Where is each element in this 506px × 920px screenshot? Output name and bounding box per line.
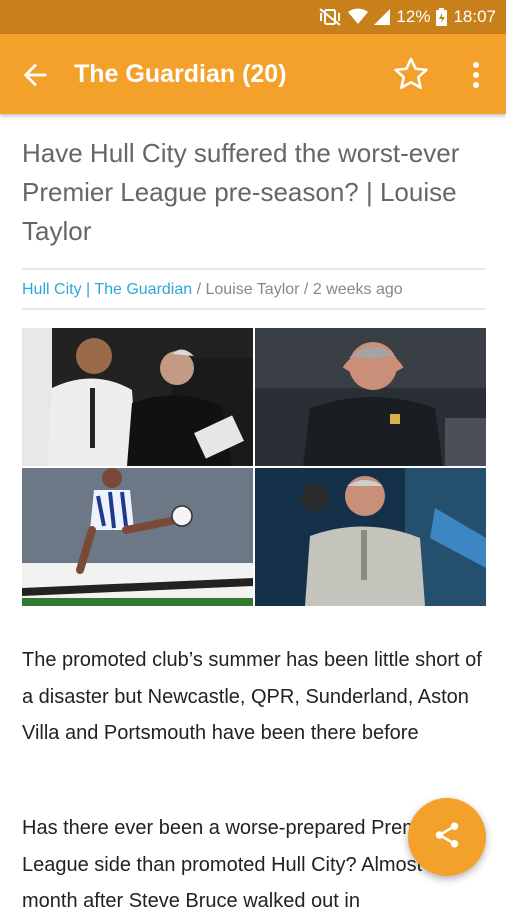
more-options-button[interactable] — [462, 58, 490, 92]
article-meta: Hull City | The Guardian / Louise Taylor… — [22, 278, 492, 302]
article-paragraph: The promoted club’s summer has been litt… — [22, 649, 482, 744]
photo-manager-in-tracksuit — [255, 468, 486, 606]
star-outline-icon — [392, 57, 430, 97]
back-button[interactable] — [18, 58, 52, 92]
status-bar: 12% 18:07 — [0, 0, 506, 34]
signal-icon — [374, 8, 391, 26]
article-photo — [22, 328, 486, 606]
photo-manager-hands-on-head — [255, 328, 486, 466]
photo-two-men-celebrating — [22, 328, 253, 466]
meta-divider-top — [22, 268, 485, 270]
photo-player-volleying-ball — [22, 468, 253, 606]
arrow-back-icon — [18, 63, 52, 96]
mute-vibrate-icon — [318, 8, 342, 26]
meta-separator: / — [192, 281, 206, 298]
source-link[interactable]: Hull City | The Guardian — [22, 281, 192, 298]
app-title: The Guardian (20) — [74, 60, 287, 88]
meta-divider-bottom — [22, 308, 485, 310]
article-headline: Have Hull City suffered the worst-ever P… — [22, 138, 460, 246]
app-bar: The Guardian (20) — [0, 34, 506, 114]
favorite-button[interactable] — [392, 55, 430, 93]
more-vert-icon — [462, 62, 490, 96]
author-name: Louise Taylor — [205, 281, 300, 298]
published-time: 2 weeks ago — [312, 281, 403, 298]
status-time: 18:07 — [453, 7, 496, 26]
battery-level-text: 12% — [396, 7, 431, 26]
share-button[interactable] — [408, 798, 486, 876]
battery-charging-icon — [436, 8, 448, 26]
share-icon — [432, 820, 462, 855]
meta-separator: / — [299, 281, 313, 298]
wifi-icon — [348, 8, 369, 26]
